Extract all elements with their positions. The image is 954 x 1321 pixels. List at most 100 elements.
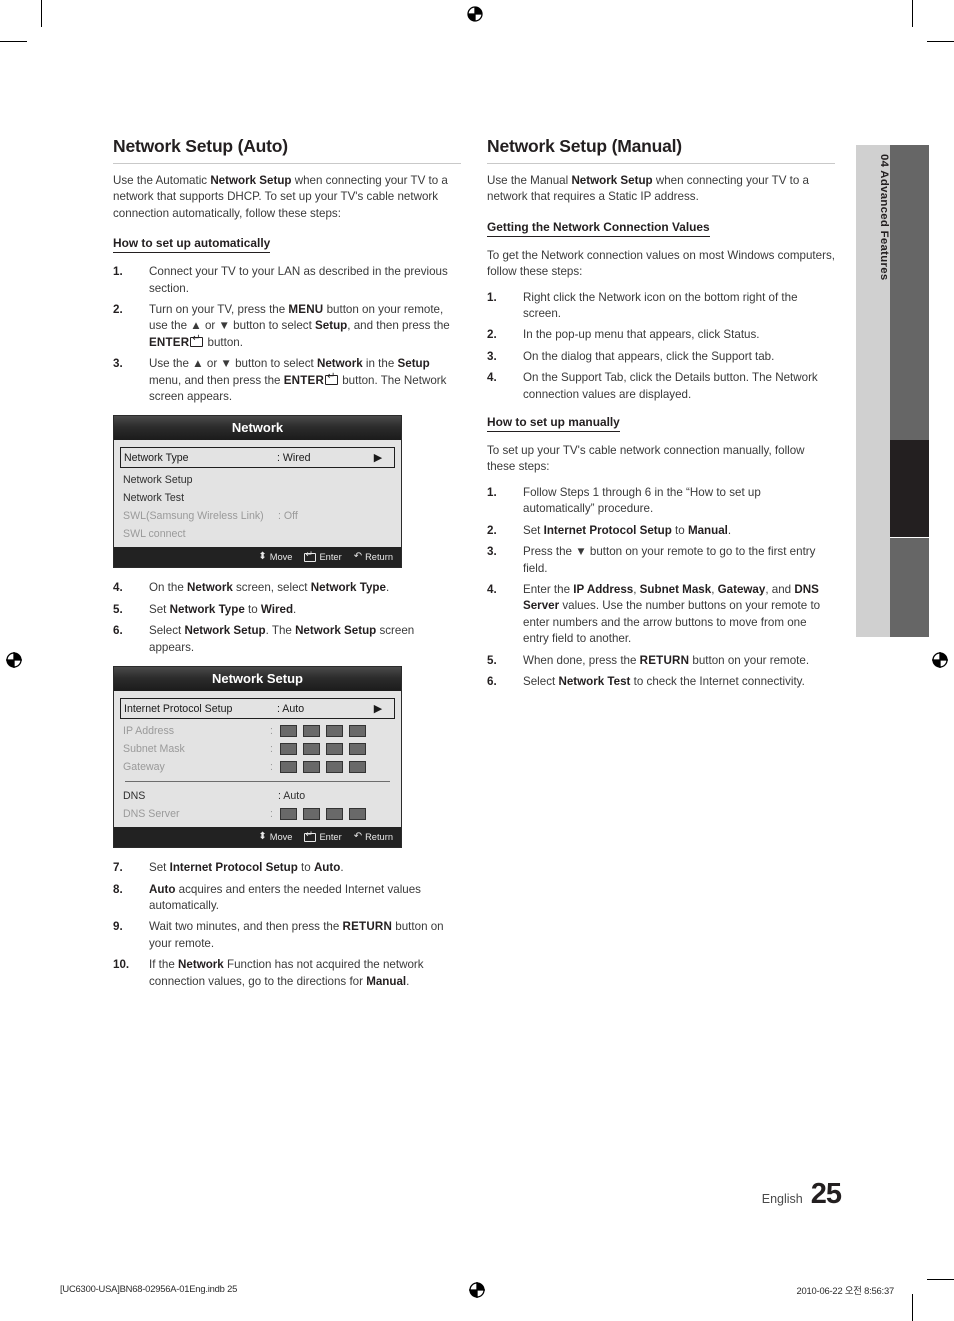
osd-menu-row[interactable]: Network Setup: [123, 471, 392, 489]
enter-key-icon: [304, 830, 317, 842]
step-item: 3. Press the ▼ button on your remote to g…: [487, 544, 835, 577]
step-number: 3.: [113, 357, 123, 371]
step-item: 6. Select Network Setup. The Network Setu…: [113, 623, 461, 656]
osd-row-label: Subnet Mask: [123, 743, 185, 756]
osd-footer-hint[interactable]: ↶ Return: [354, 552, 393, 563]
enter-key-icon: [304, 550, 317, 562]
osd-menu-row[interactable]: Gateway:: [123, 758, 392, 776]
osd-menu-row[interactable]: Network Test: [123, 489, 392, 507]
osd-menu-row[interactable]: DNS: Auto: [123, 787, 392, 805]
steps-list-auto-1-3: 1. Connect your TV to your LAN as describ…: [113, 264, 461, 405]
crop-mark-top-left-horizontal: [0, 41, 27, 42]
osd-row-label: Network Test: [123, 492, 185, 505]
right-column: Network Setup (Manual) Use the Manual Ne…: [487, 136, 835, 700]
osd-screenshot-network-setup: Network Setup Internet Protocol Setup: A…: [113, 666, 402, 849]
steps-list-manual: 1. Follow Steps 1 through 6 in the “How t…: [487, 485, 835, 690]
osd-footer-hint-label: Enter: [319, 832, 342, 843]
step-item: 1. Connect your TV to your LAN as describ…: [113, 264, 461, 297]
osd-menu-row[interactable]: Internet Protocol Setup: Auto ▶: [120, 698, 395, 720]
osd-ip-entry-field[interactable]: [326, 725, 343, 738]
osd-ip-entry-field[interactable]: [349, 808, 366, 821]
step-text: On the Network screen, select Network Ty…: [149, 581, 390, 595]
osd-ip-entry-field[interactable]: [349, 743, 366, 756]
left-column: Network Setup (Auto) Use the Automatic N…: [113, 136, 461, 1000]
step-item: 8. Auto acquires and enters the needed In…: [113, 882, 461, 915]
step-number: 5.: [487, 653, 497, 667]
step-number: 6.: [487, 674, 497, 688]
crop-mark-bottom-right-vertical: [912, 1294, 913, 1321]
osd-footer-hint[interactable]: Enter: [304, 550, 342, 562]
osd-ip-entry-field[interactable]: [349, 725, 366, 738]
registration-mark-left: [6, 652, 22, 668]
osd-ip-entry-group[interactable]: :: [270, 725, 366, 738]
osd-network-rows: Network Type: Wired ▶ Network Setup Network…: [114, 440, 401, 548]
page-number-block: English 25: [762, 1178, 842, 1211]
osd-menu-row[interactable]: SWL(Samsung Wireless Link): Off: [123, 507, 392, 525]
osd-menu-row[interactable]: Subnet Mask:: [123, 740, 392, 758]
updown-arrow-icon: ⬍: [258, 551, 267, 563]
crop-mark-top-left-vertical: [41, 0, 42, 27]
osd-ip-entry-field[interactable]: [303, 808, 320, 821]
registration-mark-bottom-center: [469, 1282, 485, 1298]
step-item: 3. On the dialog that appears, click the …: [487, 349, 835, 365]
step-text: If the Network Function has not acquired…: [149, 958, 424, 988]
osd-ip-entry-field[interactable]: [326, 761, 343, 774]
registration-mark-right: [932, 652, 948, 668]
osd-ip-entry-field[interactable]: [280, 808, 297, 821]
osd-menu-row[interactable]: Network Type: Wired ▶: [120, 447, 395, 469]
step-text: Set Internet Protocol Setup to Manual.: [523, 523, 732, 537]
osd-ip-entry-group[interactable]: :: [270, 761, 366, 774]
intro-paragraph-auto: Use the Automatic Network Setup when con…: [113, 174, 448, 220]
osd-ip-entry-field[interactable]: [280, 725, 297, 738]
step-text: When done, press the RETURN button on yo…: [523, 653, 810, 667]
step-number: 5.: [113, 602, 123, 616]
osd-ip-entry-field[interactable]: [280, 743, 297, 756]
step-item: 3. Use the ▲ or ▼ button to select Networ…: [113, 356, 461, 405]
step-number: 6.: [113, 624, 123, 638]
osd-ip-entry-field[interactable]: [303, 761, 320, 774]
title-divider-manual: [487, 163, 835, 164]
step-item: 5. Set Network Type to Wired.: [113, 602, 461, 618]
osd-separator: [125, 781, 390, 783]
step-item: 2. Set Internet Protocol Setup to Manual.: [487, 523, 835, 539]
step-item: 4. Enter the IP Address, Subnet Mask, Gat…: [487, 582, 835, 648]
osd-footer-hint[interactable]: ⬍ Move: [258, 832, 292, 843]
osd-row-value: : Off: [278, 510, 298, 523]
crop-mark-top-right-horizontal: [927, 41, 954, 42]
osd-footer-hint-label: Move: [269, 552, 293, 563]
osd-footer-hint[interactable]: ↶ Return: [354, 832, 393, 843]
osd-ip-entry-field[interactable]: [303, 743, 320, 756]
osd-menu-row[interactable]: SWL connect: [123, 525, 392, 543]
osd-footer-hint[interactable]: Enter: [304, 830, 342, 843]
step-text: Select Network Test to check the Interne…: [523, 674, 805, 688]
osd-menu-row[interactable]: DNS Server:: [123, 805, 392, 823]
osd-row-label: DNS: [123, 790, 146, 803]
step-item: 2. Turn on your TV, press the MENU button…: [113, 302, 461, 351]
steps-list-values: 1. Right click the Network icon on the bo…: [487, 290, 835, 403]
osd-row-value: : Wired: [277, 451, 311, 464]
print-footer: [UC6300-USA]BN68-02956A-01Eng.indb 25 20…: [60, 1282, 895, 1299]
osd-ip-entry-field[interactable]: [280, 761, 297, 774]
crop-mark-bottom-right-horizontal: [927, 1279, 954, 1280]
step-number: 1.: [487, 290, 497, 304]
osd-row-label: SWL connect: [123, 528, 186, 541]
step-text: Press the ▼ button on your remote to go …: [523, 545, 816, 575]
step-number: 2.: [487, 523, 497, 537]
step-text: Connect your TV to your LAN as described…: [149, 265, 448, 295]
osd-footer-hint[interactable]: ⬍ Move: [258, 551, 293, 563]
print-footer-timestamp: 2010-06-22 오전 8:56:37: [796, 1285, 895, 1296]
step-number: 8.: [113, 882, 123, 896]
osd-ip-entry-field[interactable]: [326, 808, 343, 821]
step-text: Turn on your TV, press the MENU button o…: [149, 303, 450, 349]
step-item: 10. If the Network Function has not acqui…: [113, 957, 461, 990]
osd-row-value: : Auto: [277, 702, 305, 715]
osd-menu-row[interactable]: IP Address:: [123, 722, 392, 740]
osd-network-setup-rows: Internet Protocol Setup: Auto ▶ IP Address…: [114, 691, 401, 828]
osd-ip-entry-group[interactable]: :: [270, 808, 366, 821]
osd-ip-entry-field[interactable]: [303, 725, 320, 738]
subheading-how-to-set-up-automatically: How to set up automatically: [113, 236, 271, 254]
osd-ip-entry-field[interactable]: [326, 743, 343, 756]
manual-intro-paragraph: To set up your TV's cable network connec…: [487, 444, 805, 474]
osd-ip-entry-field[interactable]: [349, 761, 366, 774]
osd-ip-entry-group[interactable]: :: [270, 743, 366, 756]
